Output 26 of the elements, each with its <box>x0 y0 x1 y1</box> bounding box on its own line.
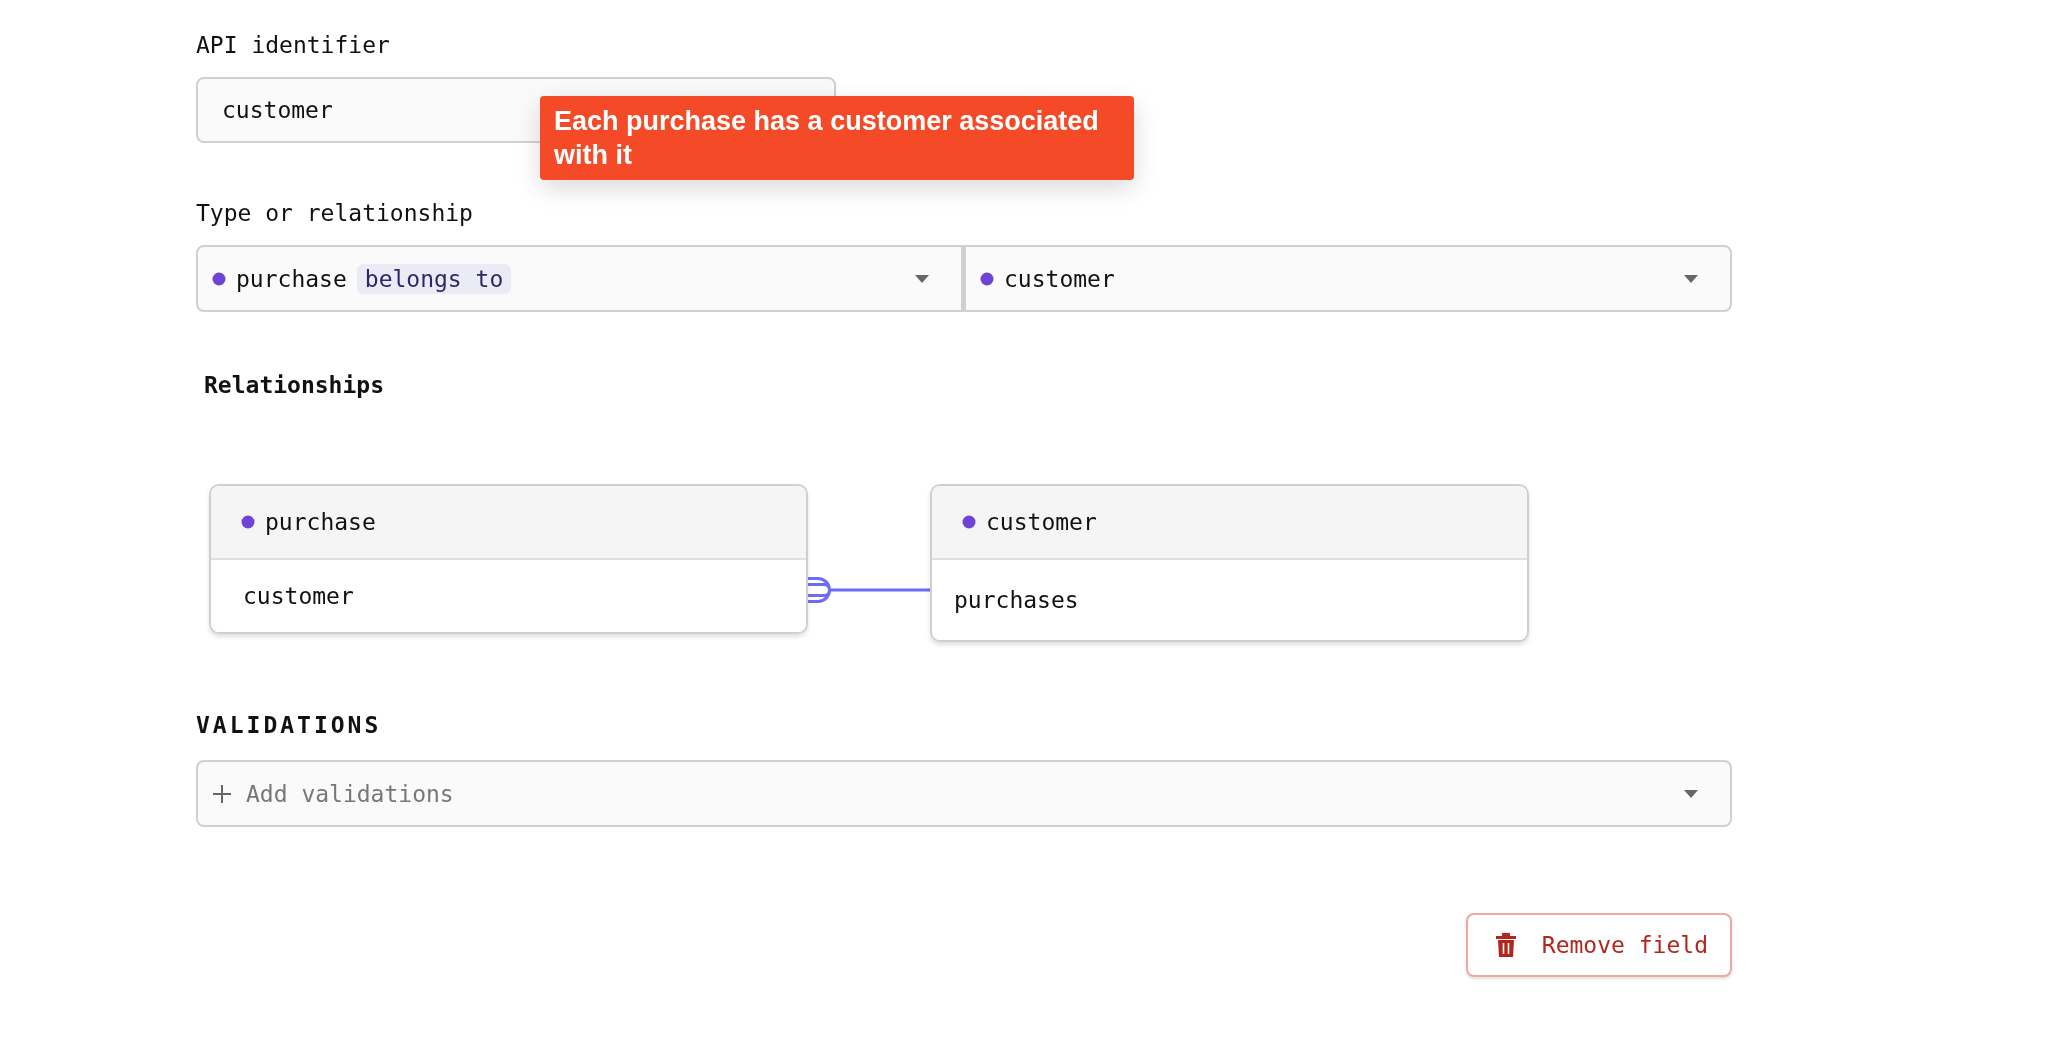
field-name: customer <box>243 583 354 609</box>
section-title: Relationships <box>204 372 385 398</box>
caret-icon <box>915 274 929 283</box>
relation-tag: belongs to <box>356 263 512 294</box>
model-name: purchase <box>236 265 347 292</box>
model-dot-icon <box>962 515 976 529</box>
caret-icon <box>1684 274 1698 283</box>
validations-select[interactable]: Add validations <box>196 760 1732 827</box>
placeholder-text: Add validations <box>246 780 454 807</box>
field-label: Type or relationship <box>196 200 474 228</box>
model-name: customer <box>986 509 1097 535</box>
caret-icon <box>1684 789 1698 798</box>
model-select[interactable]: customer <box>964 245 1732 312</box>
model-dot-icon <box>212 271 226 286</box>
field-name: purchases <box>954 587 1079 613</box>
relationship-select[interactable]: purchase belongs to <box>196 245 964 312</box>
model-dot-icon <box>980 271 994 286</box>
model-name: purchase <box>265 509 376 535</box>
tooltip: Each purchase has a customer associated with it <box>540 96 1134 180</box>
remove-field-button[interactable]: Remove field <box>1465 913 1732 977</box>
section-title: VALIDATIONS <box>196 712 383 738</box>
model-dot-icon <box>241 515 255 529</box>
model-name: customer <box>1004 265 1115 292</box>
trash-icon <box>1495 933 1516 957</box>
field-label: API identifier <box>196 32 391 60</box>
plus-icon <box>212 783 232 804</box>
